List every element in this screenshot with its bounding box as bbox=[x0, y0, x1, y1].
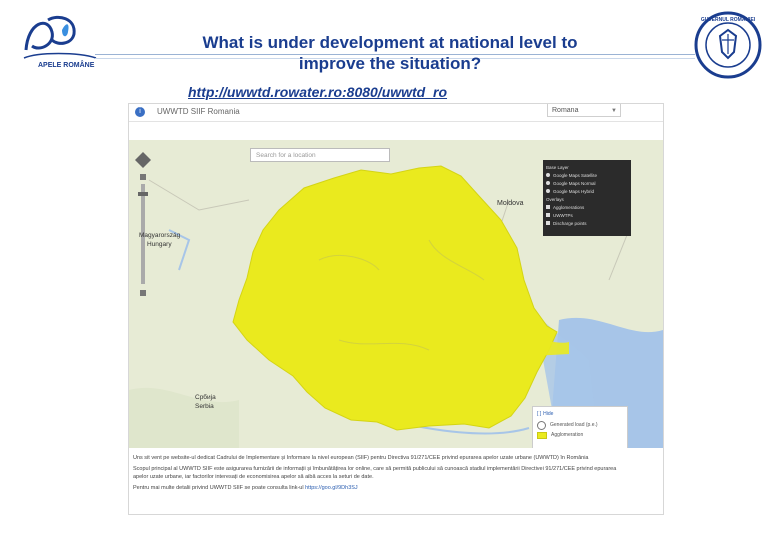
app-title: UWWTD SIIF Romania bbox=[157, 107, 240, 116]
map-view[interactable]: Search for a location Base Layer Google … bbox=[129, 140, 663, 448]
language-selected-value: Romana bbox=[552, 107, 579, 114]
layer-switcher-panel[interactable]: Base Layer Google Maps Satellite Google … bbox=[543, 160, 631, 236]
description-paragraph: Uns sit vent pe website-ul dedicat Cadru… bbox=[133, 455, 589, 461]
slide-header: APELE ROMÂNE What is under development a… bbox=[0, 0, 780, 100]
checkbox-icon[interactable] bbox=[546, 221, 550, 225]
description-paragraph: Scopul principal al UWWTD SIIF este asig… bbox=[133, 466, 617, 480]
map-legend: [ ] Hide Generated load (p.e.) Agglomera… bbox=[532, 406, 628, 448]
info-icon[interactable]: i bbox=[135, 107, 145, 117]
site-link[interactable]: http://uwwtd.rowater.ro:8080/uwwtd_ro bbox=[188, 84, 447, 100]
map-label-hungary-en: Hungary bbox=[147, 241, 172, 248]
map-label-serbia-en: Serbia bbox=[195, 403, 214, 410]
overlay-option[interactable]: Discharge points bbox=[546, 219, 628, 227]
description-text: Uns sit vent pe website-ul dedicat Cadru… bbox=[129, 454, 663, 514]
svg-text:APELE ROMÂNE: APELE ROMÂNE bbox=[38, 60, 95, 69]
overlays-title: Overlays bbox=[546, 196, 564, 202]
legend-item-load: Generated load (p.e.) bbox=[537, 420, 623, 430]
map-label-serbia: Србија bbox=[195, 394, 216, 401]
legend-item-agglomeration: Agglomeration bbox=[537, 430, 623, 440]
layer-panel-title: Base Layer bbox=[546, 164, 569, 170]
overlay-option[interactable]: Agglomerations bbox=[546, 203, 628, 211]
chevron-down-icon: ▼ bbox=[611, 108, 617, 114]
location-search-input[interactable]: Search for a location bbox=[250, 148, 390, 162]
checkbox-icon[interactable] bbox=[546, 205, 550, 209]
description-paragraph: Pentru mai multe detalii privind UWWTD S… bbox=[133, 485, 358, 491]
svg-text:GUVERNUL ROMÂNIEI: GUVERNUL ROMÂNIEI bbox=[701, 16, 756, 23]
base-layer-option[interactable]: Google Maps Normal bbox=[546, 179, 628, 187]
app-screenshot: i UWWTD SIIF Romania Romana ▼ Search for… bbox=[128, 103, 664, 515]
checkbox-icon[interactable] bbox=[546, 213, 550, 217]
short-link[interactable]: https://goo.gl/9Dh3SJ bbox=[305, 485, 358, 491]
radio-icon[interactable] bbox=[546, 181, 550, 185]
bracket-icon: [ ] bbox=[537, 410, 542, 417]
yellow-swatch-icon bbox=[537, 431, 547, 439]
government-seal-logo: GUVERNUL ROMÂNIEI bbox=[692, 10, 764, 80]
base-layer-option[interactable]: Google Maps Satellite bbox=[546, 171, 628, 179]
circle-symbol-icon bbox=[537, 420, 546, 430]
language-select[interactable]: Romana ▼ bbox=[547, 104, 621, 117]
base-layer-option[interactable]: Google Maps Hybrid bbox=[546, 187, 628, 195]
overlay-option[interactable]: UWWTPs bbox=[546, 211, 628, 219]
app-header-bar: i UWWTD SIIF Romania Romana ▼ bbox=[129, 104, 663, 122]
map-navigation-control[interactable] bbox=[135, 152, 151, 302]
legend-hide-toggle[interactable]: [ ] Hide bbox=[537, 409, 623, 418]
radio-icon[interactable] bbox=[546, 173, 550, 177]
radio-icon[interactable] bbox=[546, 189, 550, 193]
map-label-moldova: Moldova bbox=[497, 200, 524, 207]
apele-romane-logo: APELE ROMÂNE bbox=[18, 12, 98, 70]
slide-title: What is under development at national le… bbox=[202, 33, 578, 73]
map-label-hungary: Magyarország bbox=[139, 232, 181, 239]
